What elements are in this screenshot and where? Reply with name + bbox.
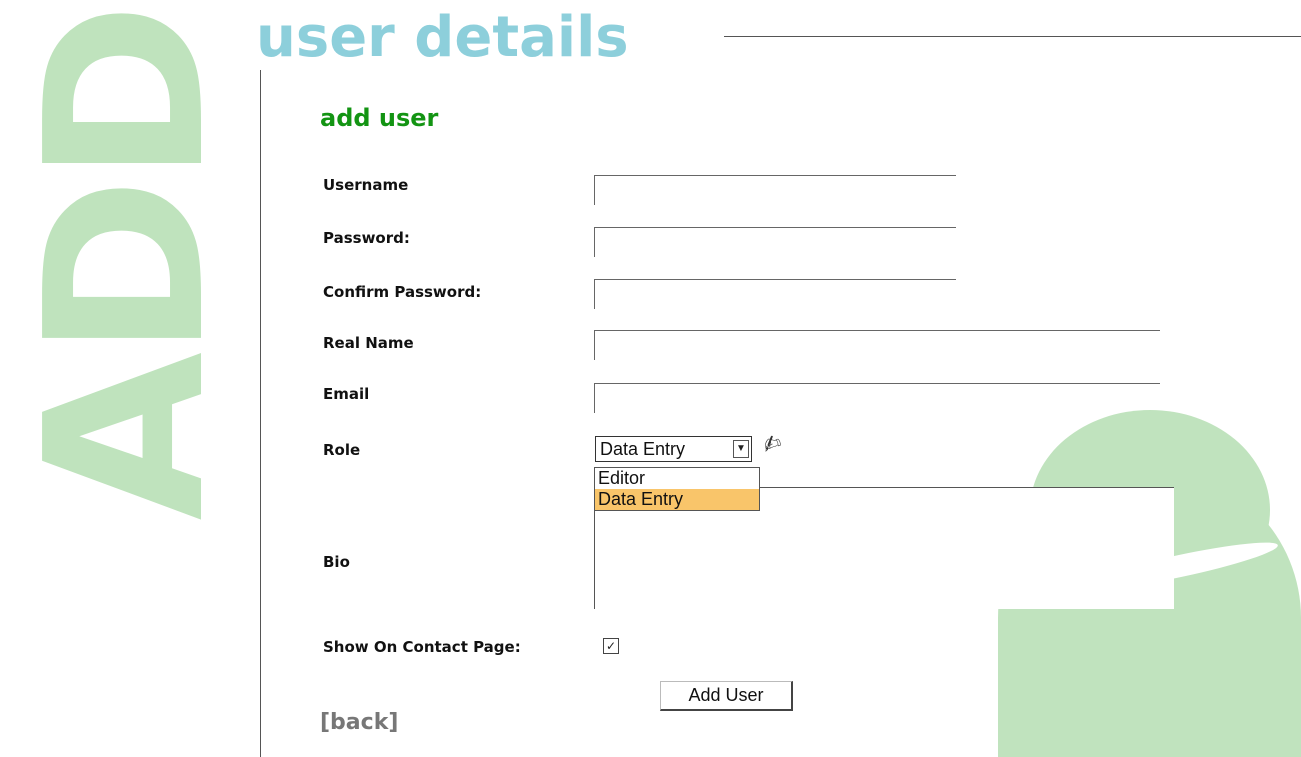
username-label: Username — [323, 176, 409, 194]
add-user-button[interactable]: Add User — [660, 681, 793, 711]
add-watermark: ADD — [0, 8, 253, 521]
show-on-contact-checkbox[interactable]: ✓ — [603, 638, 619, 654]
role-option-editor[interactable]: Editor — [595, 468, 759, 489]
username-input[interactable] — [594, 175, 956, 205]
password-label: Password: — [323, 229, 410, 247]
confirm-password-input[interactable] — [594, 279, 956, 309]
chevron-down-icon[interactable]: ▼ — [733, 440, 749, 458]
form-title: add user — [320, 104, 439, 132]
role-label: Role — [323, 441, 361, 459]
title-divider — [724, 36, 1301, 37]
real-name-label: Real Name — [323, 334, 414, 352]
email-input[interactable] — [594, 383, 1160, 413]
role-selected-value: Data Entry — [600, 439, 686, 459]
role-option-data-entry[interactable]: Data Entry — [595, 489, 759, 510]
role-select[interactable]: Data Entry ▼ — [595, 436, 752, 462]
password-input[interactable] — [594, 227, 956, 257]
page-title: user details — [256, 5, 629, 70]
confirm-password-label: Confirm Password: — [323, 283, 482, 301]
role-edit-icon[interactable]: ✍ — [759, 430, 785, 460]
back-link[interactable]: [back] — [320, 710, 398, 735]
vertical-divider — [260, 70, 261, 757]
role-dropdown-list[interactable]: Editor Data Entry — [594, 467, 760, 511]
bio-label: Bio — [323, 553, 350, 571]
show-on-contact-label: Show On Contact Page: — [323, 638, 521, 656]
email-label: Email — [323, 385, 370, 403]
real-name-input[interactable] — [594, 330, 1160, 360]
